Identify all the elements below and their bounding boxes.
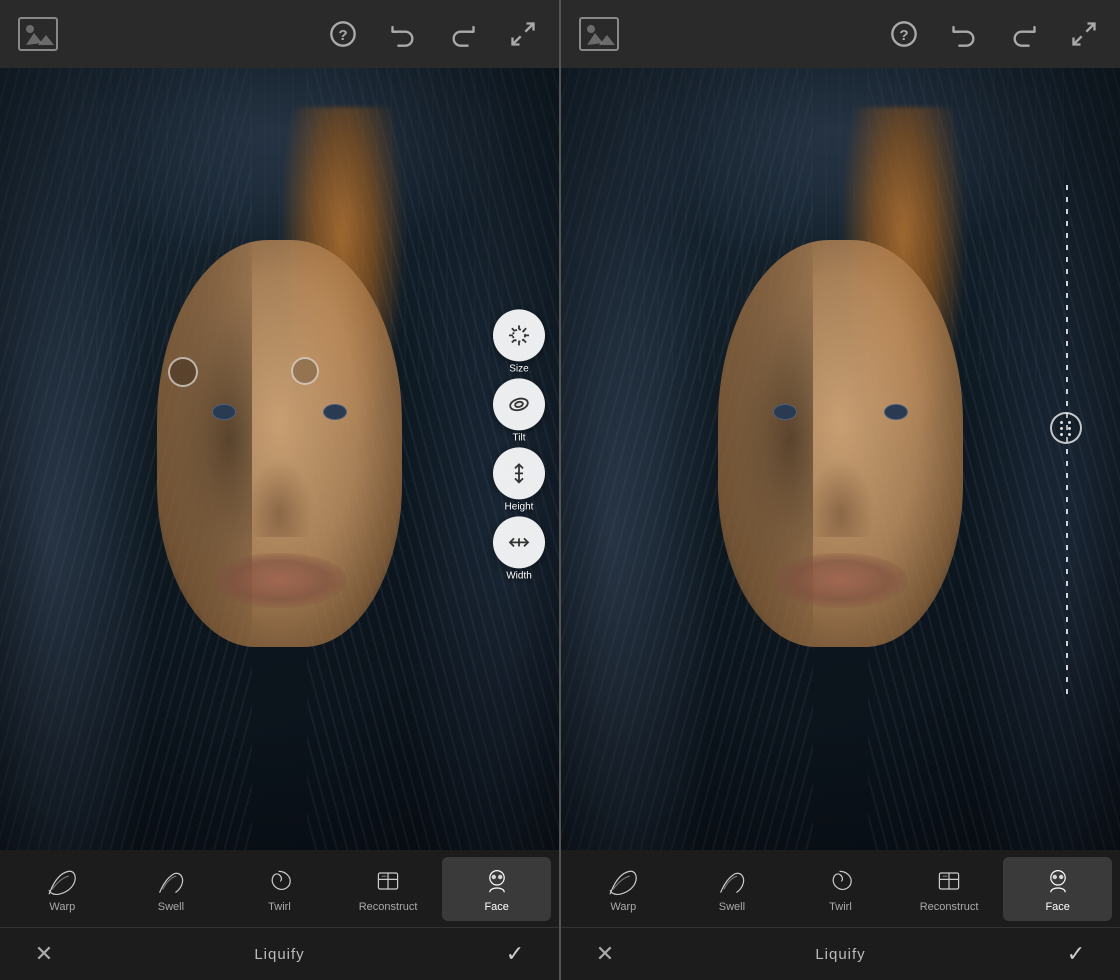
svg-text:?: ?	[338, 27, 347, 44]
swell-label-left: Swell	[158, 901, 184, 913]
tilt-label: Tilt	[513, 432, 526, 443]
left-tools-row: Warp Swell Twirl	[0, 850, 559, 928]
face-label-right: Face	[1045, 901, 1069, 913]
confirm-btn-left[interactable]: ✓	[495, 934, 535, 974]
warp-label-left: Warp	[49, 901, 75, 913]
app-container: ?	[0, 0, 1120, 980]
left-top-bar: ?	[0, 0, 559, 68]
right-portrait	[561, 68, 1120, 850]
cancel-btn-right[interactable]: ✕	[585, 934, 625, 974]
left-bottom-bar: Warp Swell Twirl	[0, 850, 559, 980]
app-title-right: Liquify	[815, 946, 865, 963]
warp-label-right: Warp	[610, 901, 636, 913]
redo-icon-right[interactable]	[1006, 16, 1042, 52]
right-image-area	[561, 68, 1120, 850]
app-title-left: Liquify	[254, 946, 304, 963]
size-tool-btn[interactable]	[493, 309, 545, 361]
help-icon-right[interactable]: ?	[886, 16, 922, 52]
face-label-left: Face	[484, 901, 508, 913]
width-label: Width	[506, 570, 532, 581]
right-action-row: ✕ Liquify ✓	[561, 928, 1120, 980]
right-tools-row: Warp Swell Twirl	[561, 850, 1120, 928]
left-image-area: Size Tilt	[0, 68, 559, 850]
height-tool-btn[interactable]	[493, 447, 545, 499]
expand-icon-right[interactable]	[1066, 16, 1102, 52]
left-top-bar-left	[18, 17, 58, 51]
face-tool-right[interactable]: Face	[1003, 857, 1112, 921]
help-icon-left[interactable]: ?	[325, 16, 361, 52]
left-panel: ?	[0, 0, 561, 980]
twirl-label-right: Twirl	[829, 901, 852, 913]
size-label: Size	[509, 363, 528, 374]
twirl-tool-left[interactable]: Twirl	[225, 857, 334, 921]
tool-controls-panel: Size Tilt	[493, 309, 545, 581]
confirm-btn-right[interactable]: ✓	[1056, 934, 1096, 974]
swell-tool-right[interactable]: Swell	[678, 857, 787, 921]
face-tool-left[interactable]: Face	[442, 857, 551, 921]
left-action-row: ✕ Liquify ✓	[0, 928, 559, 980]
expand-icon-left[interactable]	[505, 16, 541, 52]
gallery-icon[interactable]	[18, 17, 58, 51]
redo-icon-left[interactable]	[445, 16, 481, 52]
reconstruct-tool-right[interactable]: Reconstruct	[895, 857, 1004, 921]
right-top-bar-center: ?	[886, 16, 1102, 52]
warp-tool-right[interactable]: Warp	[569, 857, 678, 921]
warp-tool-left[interactable]: Warp	[8, 857, 117, 921]
right-top-bar: ?	[561, 0, 1120, 68]
right-top-bar-left	[579, 17, 619, 51]
left-top-bar-center: ?	[325, 16, 541, 52]
undo-icon-left[interactable]	[385, 16, 421, 52]
right-panel: ?	[561, 0, 1120, 980]
drag-handle[interactable]	[1050, 412, 1082, 444]
reconstruct-label-left: Reconstruct	[359, 901, 418, 913]
reconstruct-label-right: Reconstruct	[920, 901, 979, 913]
tilt-tool-btn[interactable]	[493, 378, 545, 430]
width-tool-btn[interactable]	[493, 516, 545, 568]
right-bottom-bar: Warp Swell Twirl	[561, 850, 1120, 980]
reconstruct-tool-left[interactable]: Reconstruct	[334, 857, 443, 921]
swell-label-right: Swell	[719, 901, 745, 913]
twirl-label-left: Twirl	[268, 901, 291, 913]
twirl-tool-right[interactable]: Twirl	[786, 857, 895, 921]
undo-icon-right[interactable]	[946, 16, 982, 52]
drag-dots	[1060, 421, 1073, 436]
cancel-btn-left[interactable]: ✕	[24, 934, 64, 974]
swell-tool-left[interactable]: Swell	[117, 857, 226, 921]
height-label: Height	[505, 501, 534, 512]
svg-text:?: ?	[899, 27, 908, 44]
left-portrait	[0, 68, 559, 850]
gallery-icon-right[interactable]	[579, 17, 619, 51]
